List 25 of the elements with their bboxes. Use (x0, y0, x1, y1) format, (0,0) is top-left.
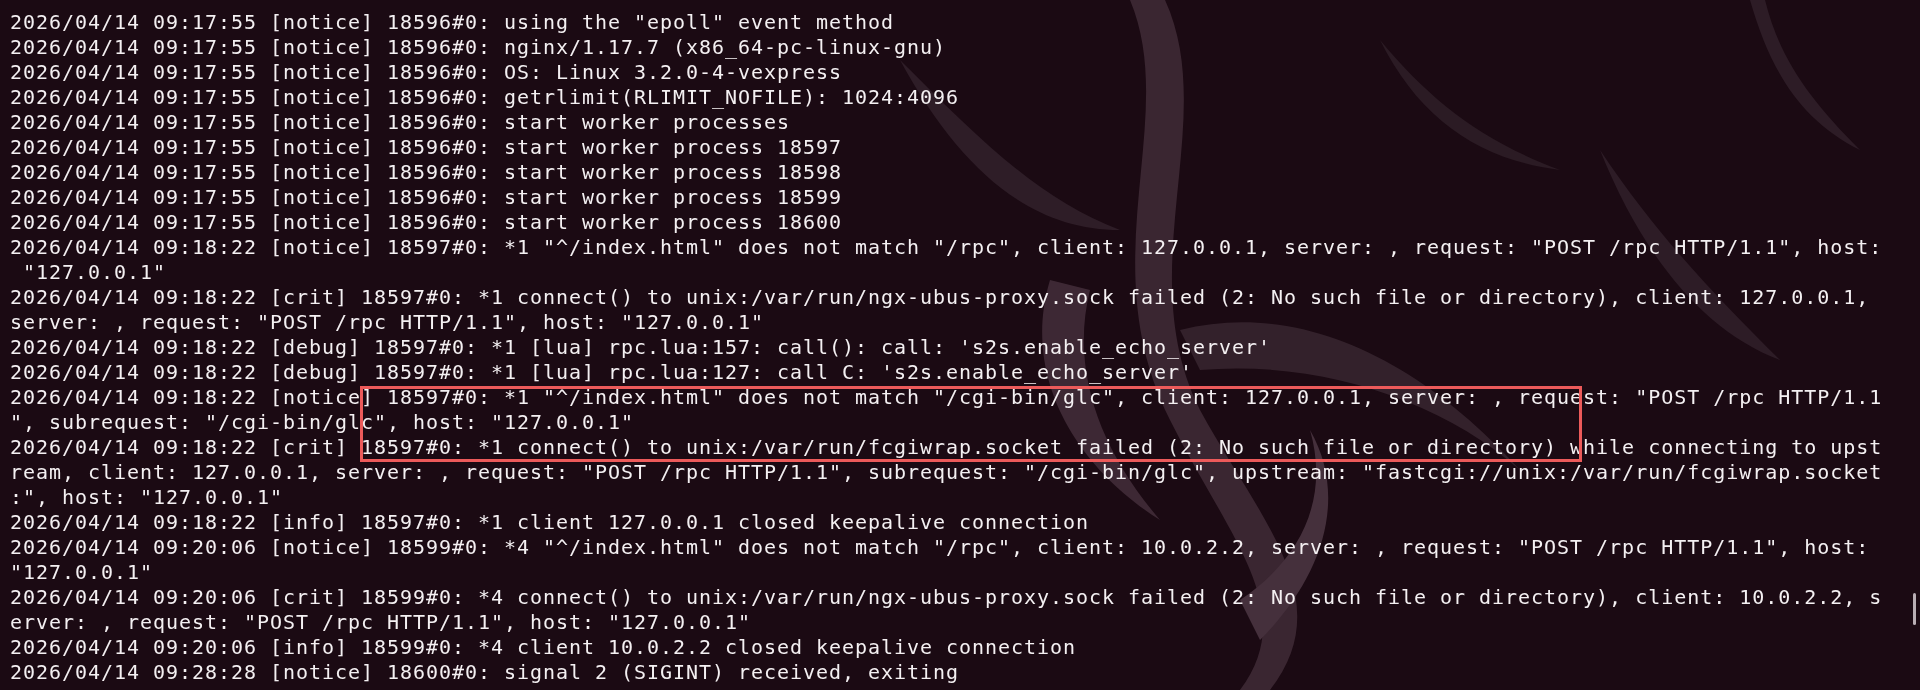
log-line: 2026/04/14 09:20:06 [notice] 18599#0: *4 "^/index.html" does not match "/rpc", client: 10.0.2.2, server: , request: "POST /rpc HTTP/1.1", host: (10, 535, 1870, 560)
log-line: 2026/04/14 09:17:55 [notice] 18596#0: getrlimit(RLIMIT_NOFILE): 1024:4096 (10, 85, 960, 110)
log-line: "127.0.0.1" (22, 260, 166, 285)
log-line: 2026/04/14 09:17:55 [notice] 18596#0: start worker processes (10, 110, 791, 135)
log-line: 2026/04/14 09:20:06 [info] 18599#0: *4 client 10.0.2.2 closed keepalive connection (10, 635, 1077, 660)
log-line: "127.0.0.1" (10, 560, 153, 585)
log-line: 2026/04/14 09:17:55 [notice] 18596#0: using the "epoll" event method (10, 10, 895, 35)
log-line: 2026/04/14 09:18:22 [info] 18597#0: *1 client 127.0.0.1 closed keepalive connection (10, 510, 1090, 535)
log-line: 2026/04/14 09:17:55 [notice] 18596#0: start worker process 18598 (10, 160, 843, 185)
log-line: 2026/04/14 09:28:28 [notice] 18600#0: signal 2 (SIGINT) received, exiting (10, 660, 960, 685)
log-line: 2026/04/14 09:17:55 [notice] 18596#0: start worker process 18599 (10, 185, 843, 210)
log-line: 2026/04/14 09:20:06 [crit] 18599#0: *4 connect() to unix:/var/run/ngx-ubus-proxy.sock failed (2: No such file or directory), client: 10.0.2.2, s (10, 585, 1883, 610)
log-line: 2026/04/14 09:18:22 [notice] 18597#0: *1 "^/index.html" does not match "/rpc", client: 127.0.0.1, server: , request: "POST /rpc HTTP/1.1", host: (10, 235, 1883, 260)
log-line: :", host: "127.0.0.1" (10, 485, 284, 510)
log-line: 2026/04/14 09:17:55 [notice] 18596#0: nginx/1.17.7 (x86_64-pc-linux-gnu) (10, 35, 947, 60)
log-line: server: , request: "POST /rpc HTTP/1.1", host: "127.0.0.1" (10, 310, 765, 335)
log-line: 2026/04/14 09:17:55 [notice] 18596#0: start worker process 18597 (10, 135, 843, 160)
log-line: 2026/04/14 09:18:22 [crit] 18597#0: *1 connect() to unix:/var/run/ngx-ubus-proxy.sock failed (2: No such file or directory), client: 127.0.0.1, (10, 285, 1870, 310)
scrollbar-thumb[interactable] (1913, 593, 1916, 625)
log-line: 2026/04/14 09:17:55 [notice] 18596#0: start worker process 18600 (10, 210, 843, 235)
log-line: erver: , request: "POST /rpc HTTP/1.1", host: "127.0.0.1" (10, 610, 752, 635)
log-line: 2026/04/14 09:17:55 [notice] 18596#0: OS: Linux 3.2.0-4-vexpress (10, 60, 843, 85)
log-line: ream, client: 127.0.0.1, server: , request: "POST /rpc HTTP/1.1", subrequest: "/cgi-bin/glc", upstream: "fastcgi://unix:/var/run/fcgiwrap.socket (10, 460, 1883, 485)
log-line: 2026/04/14 09:18:22 [debug] 18597#0: *1 [lua] rpc.lua:157: call(): call: 's2s.enable_echo_server' (10, 335, 1272, 360)
log-line: 2026/04/14 09:18:22 [debug] 18597#0: *1 [lua] rpc.lua:127: call C: 's2s.enable_echo_server' (10, 360, 1194, 385)
